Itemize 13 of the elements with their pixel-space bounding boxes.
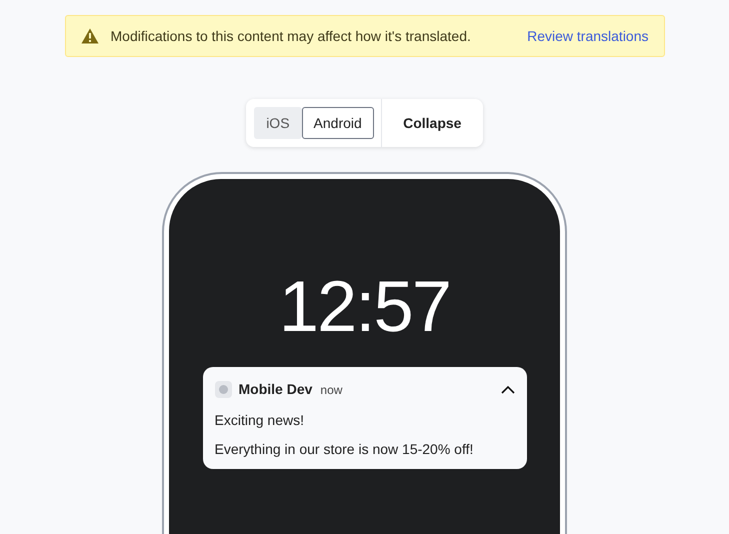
notification-title: Exciting news! [214,411,305,430]
chevron-up-icon[interactable] [500,385,514,394]
app-name: Mobile Dev [238,380,312,399]
notification-body: Everything in our store is now 15-20% off! [214,440,474,459]
warning-icon [80,28,98,44]
platform-tab[interactable]: iOS [254,107,302,139]
collapse-button[interactable]: Collapse [382,99,483,147]
notification-time: now [320,382,342,398]
warning-message: Modifications to this content may affect how it's translated. [110,26,471,46]
review-translations-link[interactable]: Review translations [527,26,648,46]
clock-time: 12:57 [278,271,450,343]
app-icon [214,381,232,398]
platform-tab[interactable]: Android [302,107,374,139]
